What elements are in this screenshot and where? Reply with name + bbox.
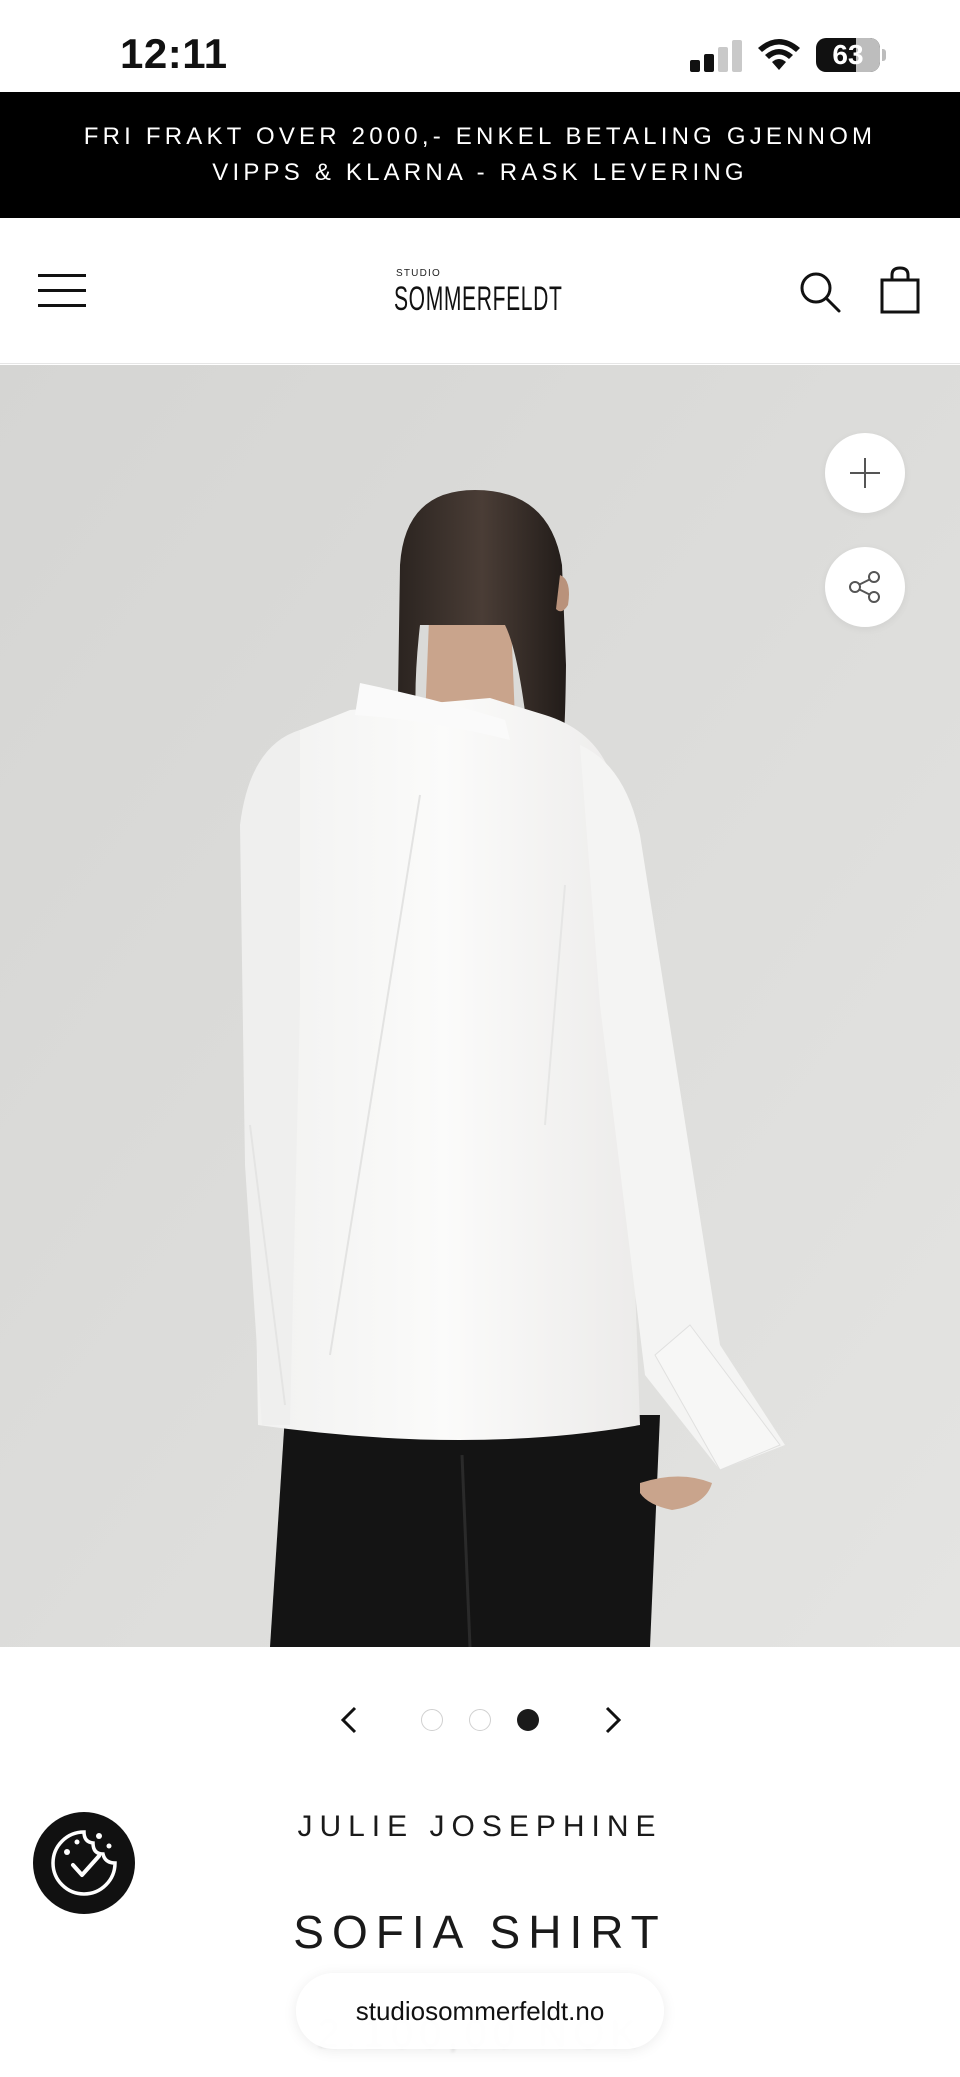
url-text: studiosommerfeldt.no [355,1995,605,2026]
announcement-line-1: FRI FRAKT OVER 2000,- ENKEL BETALING GJE… [83,123,877,150]
carousel-dot-3[interactable] [517,1709,539,1731]
announcement-line-2: VIPPS & KLARNA - RASK LEVERING [212,159,748,186]
share-icon [849,571,880,603]
browser-url-bar[interactable]: studiosommerfeldt.no [296,1973,664,2049]
product-photo [0,365,960,1647]
chevron-left-icon[interactable] [330,1700,370,1740]
site-logo[interactable]: STUDIO SOMMERFELDT [394,268,574,318]
search-icon[interactable] [798,270,842,314]
product-title: SOFIA SHIRT [293,1906,667,1958]
battery-icon: 63 [816,38,886,72]
chevron-right-icon[interactable] [592,1700,632,1740]
wifi-icon [758,39,800,70]
site-header: STUDIO SOMMERFELDT [0,218,960,364]
status-time: 12:11 [120,30,228,77]
logo-main-text: SOMMERFELDT [394,280,563,318]
product-image[interactable] [0,365,960,1647]
shopping-bag-icon[interactable] [878,266,922,314]
battery-level: 63 [832,39,864,70]
share-button[interactable] [825,547,905,627]
carousel-dot-1[interactable] [421,1709,443,1731]
product-brand[interactable]: JULIE JOSEPHINE [0,1810,960,1844]
cellular-signal-icon [690,38,744,72]
logo-small-text: STUDIO [396,268,441,279]
image-carousel-controls [0,1670,960,1770]
add-to-wishlist-button[interactable] [825,433,905,513]
announcement-bar: FRI FRAKT OVER 2000,- ENKEL BETALING GJE… [0,92,960,218]
plus-icon [850,458,880,488]
hamburger-menu-icon[interactable] [38,274,86,308]
status-bar: 12:11 63 [0,0,960,92]
carousel-dot-2[interactable] [469,1709,491,1731]
